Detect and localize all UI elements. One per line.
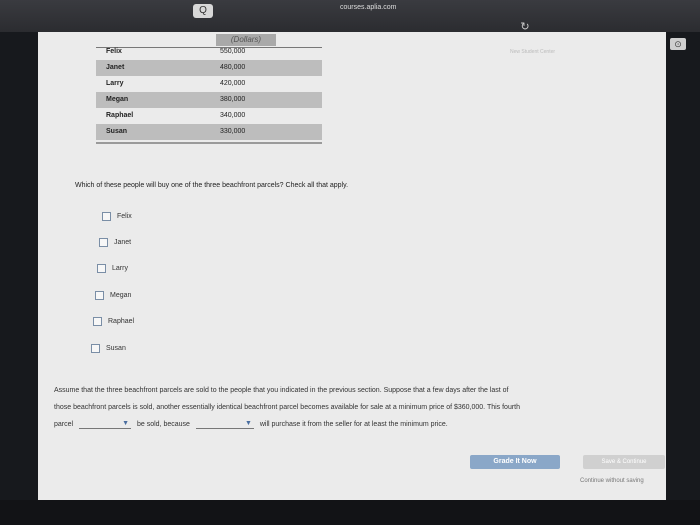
buyer-value: 550,000 bbox=[220, 48, 246, 55]
save-continue-button[interactable]: Save & Continue bbox=[583, 455, 665, 469]
buyer-value: 340,000 bbox=[220, 112, 246, 119]
option-label: Raphael bbox=[108, 318, 135, 325]
checkbox[interactable] bbox=[91, 343, 100, 353]
option-larry[interactable]: Larry bbox=[97, 263, 128, 275]
checkbox[interactable] bbox=[99, 237, 108, 247]
continue-without-saving-link[interactable]: Continue without saving bbox=[580, 478, 644, 484]
paragraph-text: parcel bbox=[54, 420, 74, 428]
buyer-value: 480,000 bbox=[220, 64, 246, 71]
option-label: Megan bbox=[110, 292, 132, 299]
table-row: Janet 480,000 bbox=[96, 60, 322, 76]
checkbox[interactable] bbox=[93, 316, 102, 326]
paragraph-text: will purchase it from the seller for at … bbox=[259, 420, 448, 428]
screen-bottom-edge bbox=[0, 500, 700, 525]
dropdown-arrow-icon: ▼ bbox=[244, 420, 252, 427]
buyer-name: Susan bbox=[106, 128, 128, 135]
dropdown-arrow-icon: ▼ bbox=[122, 420, 130, 427]
buyer-name: Larry bbox=[106, 80, 124, 87]
option-label: Larry bbox=[112, 265, 128, 272]
paragraph-line-2: those beachfront parcels is sold, anothe… bbox=[54, 404, 521, 411]
question-text: Which of these people will buy one of th… bbox=[75, 182, 349, 189]
paragraph-line-3: parcel ▼ be sold, because ▼ will purchas… bbox=[54, 419, 448, 429]
paragraph-line-1: Assume that the three beachfront parcels… bbox=[54, 387, 509, 394]
option-janet[interactable]: Janet bbox=[99, 237, 131, 249]
buyer-name: Raphael bbox=[106, 112, 134, 119]
option-label: Susan bbox=[106, 345, 126, 352]
tab-icon[interactable]: Q bbox=[193, 4, 213, 18]
browser-toolbar: Q courses.aplia.com ↻ bbox=[0, 0, 700, 33]
checkbox[interactable] bbox=[97, 263, 106, 273]
address-bar[interactable]: courses.aplia.com bbox=[340, 4, 396, 11]
buyer-value: 420,000 bbox=[220, 80, 246, 87]
table-bottom-rule bbox=[96, 142, 322, 144]
checkbox[interactable] bbox=[102, 211, 111, 221]
option-megan[interactable]: Megan bbox=[95, 290, 131, 302]
table-row: Megan 380,000 bbox=[96, 92, 322, 108]
buyer-value: 380,000 bbox=[220, 96, 246, 103]
option-susan[interactable]: Susan bbox=[91, 343, 126, 355]
table-row: Susan 330,000 bbox=[96, 124, 322, 140]
buyer-select-dropdown[interactable]: ▼ bbox=[195, 419, 254, 429]
grade-it-now-button[interactable]: Grade It Now bbox=[470, 455, 560, 469]
option-felix[interactable]: Felix bbox=[102, 211, 132, 223]
option-label: Janet bbox=[114, 239, 132, 246]
paragraph-text: be sold, because bbox=[136, 420, 190, 428]
table-row: Larry 420,000 bbox=[96, 76, 322, 92]
table-row: Felix 550,000 bbox=[96, 44, 322, 60]
option-raphael[interactable]: Raphael bbox=[93, 316, 134, 328]
option-label: Felix bbox=[117, 213, 132, 220]
buyer-name: Janet bbox=[106, 64, 125, 71]
buyer-value: 330,000 bbox=[220, 128, 246, 135]
checkbox[interactable] bbox=[95, 290, 104, 300]
buyer-name: Megan bbox=[106, 96, 129, 103]
side-tab[interactable]: New Student Center bbox=[510, 49, 555, 55]
table-row: Raphael 340,000 bbox=[96, 108, 322, 124]
browser-control-icon[interactable]: ⊙ bbox=[670, 38, 686, 50]
buyer-name: Felix bbox=[106, 48, 122, 55]
will-select-dropdown[interactable]: ▼ bbox=[79, 419, 132, 429]
